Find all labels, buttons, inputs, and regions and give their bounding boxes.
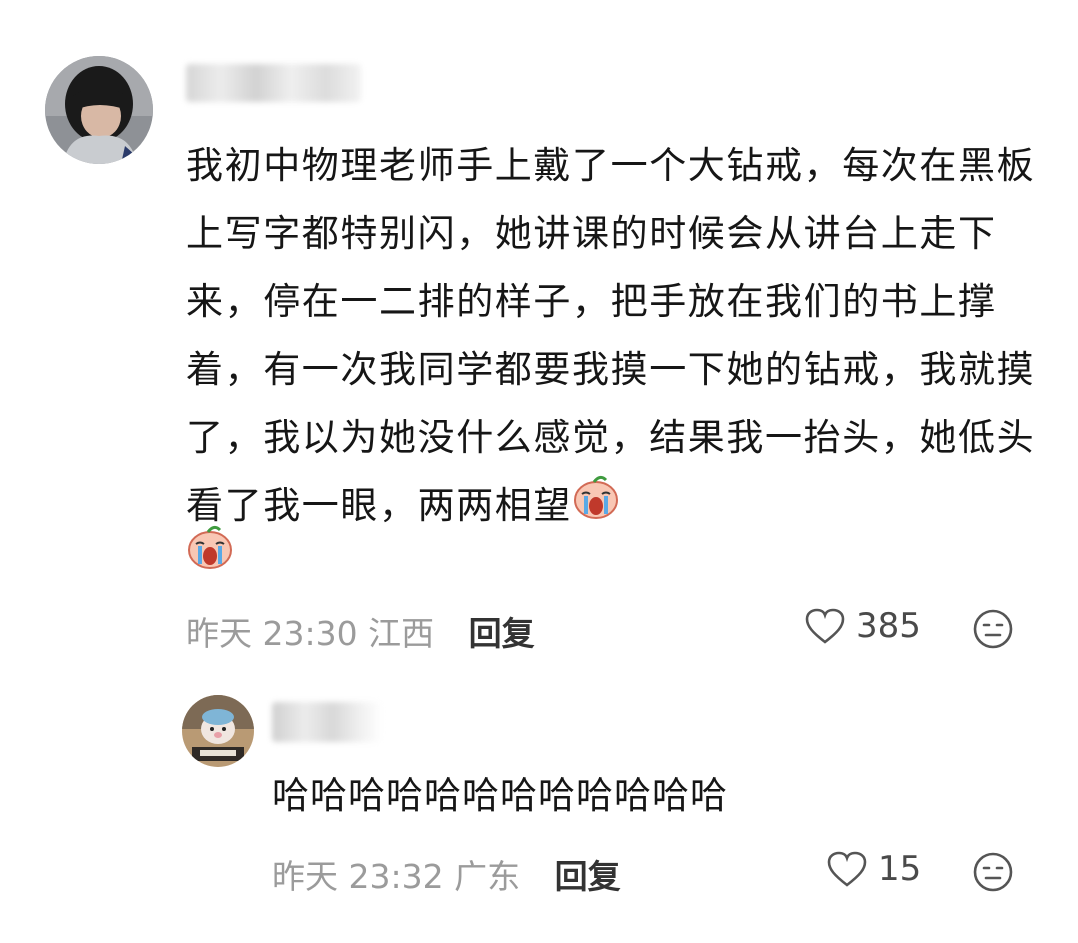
location: 江西 bbox=[368, 614, 435, 653]
username-blurred[interactable] bbox=[186, 64, 361, 102]
location: 广东 bbox=[454, 857, 521, 896]
crying-peach-sticker-icon bbox=[186, 524, 234, 574]
neutral-face-icon bbox=[973, 852, 1013, 892]
timestamp: 昨天 23:30 bbox=[186, 614, 358, 653]
emoji-react-button[interactable] bbox=[972, 608, 1014, 654]
timestamp: 昨天 23:32 bbox=[272, 857, 444, 896]
reply-text: 哈哈哈哈哈哈哈哈哈哈哈哈 bbox=[272, 774, 728, 817]
comment-meta: 昨天 23:30 江西 回复 bbox=[186, 607, 535, 655]
like-count: 385 bbox=[856, 606, 921, 646]
avatar[interactable] bbox=[182, 695, 254, 767]
neutral-face-icon bbox=[973, 609, 1013, 649]
reply-button[interactable]: 回复 bbox=[469, 614, 535, 653]
comment-sticker-line bbox=[186, 524, 234, 574]
comment-body: 我初中物理老师手上戴了一个大钻戒，每次在黑板上写字都特别闪，她讲课的时候会从讲台… bbox=[186, 144, 1036, 527]
reply-button[interactable]: 回复 bbox=[555, 857, 621, 896]
comment-thread: 我初中物理老师手上戴了一个大钻戒，每次在黑板上写字都特别闪，她讲课的时候会从讲台… bbox=[0, 0, 1078, 943]
like-button[interactable]: 385 bbox=[804, 606, 921, 646]
crying-peach-sticker-icon bbox=[572, 474, 620, 542]
avatar[interactable] bbox=[45, 56, 153, 164]
like-button[interactable]: 15 bbox=[826, 849, 921, 889]
heart-outline-icon bbox=[827, 851, 867, 887]
comment-meta: 昨天 23:32 广东 回复 bbox=[272, 850, 621, 898]
username-blurred[interactable] bbox=[272, 702, 382, 742]
comment-text: 我初中物理老师手上戴了一个大钻戒，每次在黑板上写字都特别闪，她讲课的时候会从讲台… bbox=[186, 132, 1046, 542]
emoji-react-button[interactable] bbox=[972, 851, 1014, 897]
heart-outline-icon bbox=[805, 608, 845, 644]
like-count: 15 bbox=[878, 849, 922, 889]
